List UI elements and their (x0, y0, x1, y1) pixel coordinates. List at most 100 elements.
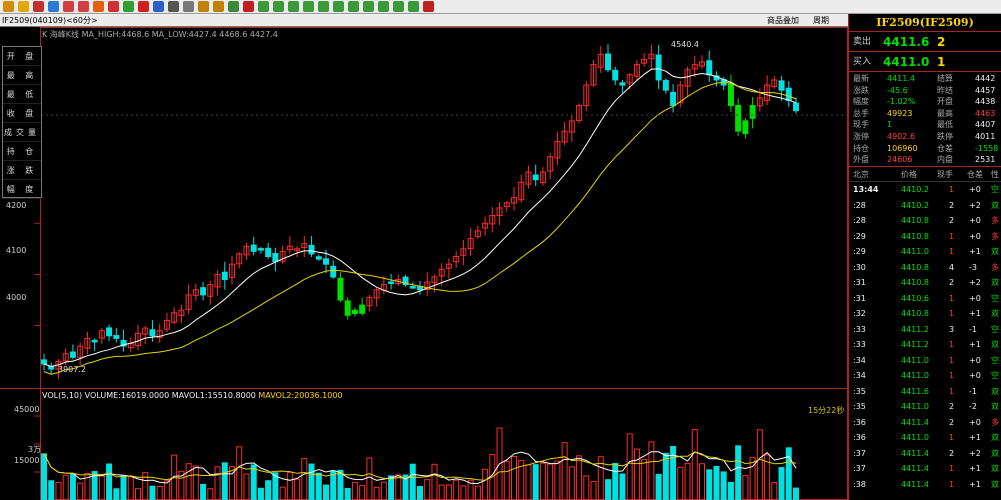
tick-row[interactable]: :31 4410.8 2 +2 双 (849, 275, 1001, 291)
tick-row[interactable]: :31 4410.6 1 +0 空 (849, 291, 1001, 307)
list-icon[interactable] (168, 1, 179, 12)
tick-qty: 2 (949, 200, 955, 210)
tick-type: 空 (991, 324, 999, 334)
calendar-icon[interactable] (198, 1, 209, 12)
volume-bar (749, 456, 756, 500)
tick-row[interactable]: :28 4410.2 2 +2 双 (849, 198, 1001, 214)
year-icon[interactable] (408, 1, 419, 12)
tick-qty: 2 (949, 216, 955, 226)
quote-value: -45.6 (887, 85, 908, 95)
quote-row: 持仓 106960 仓差 -1558 (849, 143, 1001, 155)
chart-area[interactable] (0, 27, 848, 500)
candle-body (323, 258, 329, 265)
quarter-icon[interactable] (393, 1, 404, 12)
3min-icon[interactable] (273, 1, 284, 12)
chart-icon[interactable] (228, 1, 239, 12)
new-icon[interactable] (153, 1, 164, 12)
alert-icon[interactable] (123, 1, 134, 12)
period-button[interactable]: 周期 (813, 14, 829, 27)
tick-time: :28 (853, 216, 866, 226)
tick-row[interactable]: :37 4411.4 2 +2 双 (849, 446, 1001, 462)
kline-chart[interactable] (0, 27, 848, 500)
tick-row[interactable]: :29 4410.8 1 +0 多 (849, 229, 1001, 245)
volume-bar (727, 481, 734, 500)
volume-bar (279, 486, 286, 500)
tick-row[interactable]: :35 4411.6 1 -1 双 (849, 384, 1001, 400)
menu-item-volume[interactable]: 成交量 (3, 123, 41, 142)
tick-row[interactable]: :35 4411.0 2 -2 双 (849, 399, 1001, 415)
ask-row[interactable]: 卖出 4411.6 2 (849, 32, 1001, 52)
calendar-icon[interactable] (213, 1, 224, 12)
tick-row[interactable]: :33 4411.2 3 -1 空 (849, 322, 1001, 338)
tick-type: 双 (991, 247, 999, 257)
pencil-icon[interactable] (108, 1, 119, 12)
menu-item-open-interest[interactable]: 持 仓 (3, 142, 41, 161)
tick-oi-change: +1 (969, 340, 981, 350)
quote-label: 最低 (937, 120, 953, 130)
folder-icon[interactable] (18, 1, 29, 12)
15min-icon[interactable] (303, 1, 314, 12)
home-icon[interactable] (3, 1, 14, 12)
settings-icon[interactable] (423, 1, 434, 12)
grid-icon[interactable] (33, 1, 44, 12)
ask-price: 4411.6 (883, 35, 930, 49)
tick-row[interactable]: :28 4410.8 2 +0 多 (849, 213, 1001, 229)
menu-item-open[interactable]: 开 盘 (3, 47, 41, 66)
tick-time: :33 (853, 324, 866, 334)
volume-bar (778, 467, 785, 500)
tick-oi-change: -1 (969, 324, 977, 334)
tick-row[interactable]: :32 4410.8 1 +1 双 (849, 306, 1001, 322)
tick-price: 4411.6 (901, 386, 929, 396)
candle-body (250, 244, 257, 252)
tick-time: :33 (853, 340, 866, 350)
tick-row[interactable]: :30 4410.8 4 -3 多 (849, 260, 1001, 276)
5min-icon[interactable] (288, 1, 299, 12)
menu-item-low[interactable]: 最 低 (3, 85, 41, 104)
tick-row[interactable]: :34 4411.0 1 +0 空 (849, 368, 1001, 384)
menu-item-percent[interactable]: 幅 度 (3, 180, 41, 199)
volume-bar (460, 485, 467, 500)
ask-qty: 2 (937, 35, 946, 49)
time-and-sales-list[interactable]: 13:44 4410.2 1 +0 空:28 4410.2 2 +2 双:28 4410.8 2 +0… (849, 182, 1001, 492)
30min-icon[interactable] (318, 1, 329, 12)
table-icon[interactable] (183, 1, 194, 12)
candle-body (662, 79, 669, 91)
tick-row[interactable]: :34 4411.0 1 +0 空 (849, 353, 1001, 369)
close-icon[interactable] (243, 1, 254, 12)
target-icon[interactable] (93, 1, 104, 12)
tick-row[interactable]: :37 4411.4 1 +1 双 (849, 461, 1001, 477)
volume-bar (568, 466, 575, 500)
price-tick-4100: 4100 (6, 246, 27, 255)
quote-value: 1 (887, 120, 893, 130)
tick-price: 4411.0 (901, 247, 929, 257)
filter-icon[interactable] (138, 1, 149, 12)
candle-body (532, 174, 539, 181)
tick-qty: 1 (949, 479, 955, 489)
vol-tick-45000: 45000 (14, 405, 40, 414)
tick-row[interactable]: 13:44 4410.2 1 +0 空 (849, 182, 1001, 198)
tick-row[interactable]: :29 4411.0 1 +1 双 (849, 244, 1001, 260)
menu-item-change[interactable]: 涨 跌 (3, 161, 41, 180)
volume-bar (554, 460, 561, 500)
menu-item-high[interactable]: 最 高 (3, 66, 41, 85)
tick-row[interactable]: :38 4411.4 1 +1 双 (849, 477, 1001, 493)
tick-row[interactable]: :33 4411.2 1 +1 双 (849, 337, 1001, 353)
60min-icon[interactable] (333, 1, 344, 12)
month-icon[interactable] (378, 1, 389, 12)
zoom-in-icon[interactable] (63, 1, 74, 12)
volume-bar (445, 484, 452, 500)
menu-item-close[interactable]: 收 盘 (3, 104, 41, 123)
overlay-button[interactable]: 商品叠加 (767, 14, 799, 27)
zoom-out-icon[interactable] (78, 1, 89, 12)
tick-type: 空 (991, 355, 999, 365)
bid-row[interactable]: 买入 4411.0 1 (849, 52, 1001, 72)
tick-time: :32 (853, 309, 866, 319)
tick-oi-change: -3 (969, 262, 977, 272)
tick-row[interactable]: :36 4411.4 2 +0 多 (849, 415, 1001, 431)
1min-icon[interactable] (258, 1, 269, 12)
tick-row[interactable]: :36 4411.0 1 +1 双 (849, 430, 1001, 446)
refresh-icon[interactable] (48, 1, 59, 12)
week-icon[interactable] (363, 1, 374, 12)
tick-price: 4411.4 (901, 448, 929, 458)
day-icon[interactable] (348, 1, 359, 12)
